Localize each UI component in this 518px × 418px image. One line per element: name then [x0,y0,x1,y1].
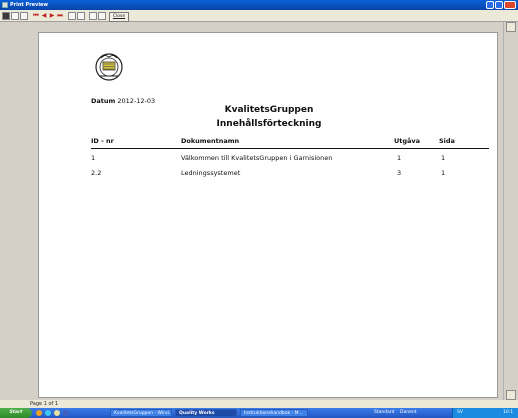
multiple-pages-icon[interactable] [20,12,28,20]
status-bar: Page 1 of 1 [0,400,518,408]
row-2-id: 2.2 [91,169,102,177]
maximize-button[interactable] [495,1,503,9]
previous-page-icon[interactable]: ◀ [41,12,47,20]
language-bar: Standard Danent [374,408,452,418]
quicklaunch-icon-1[interactable] [36,410,42,416]
taskbar: Start KvalitetsGruppen - Wind... Quality… [0,408,518,418]
tray-language[interactable]: SV [457,408,463,418]
vertical-scrollbar[interactable] [503,22,518,400]
toolbar: ⏮ ◀ ▶ ⏭ Close [0,10,518,22]
column-header-document: Dokumentnamn [181,137,240,145]
first-page-icon[interactable]: ⏮ [33,12,39,20]
app-icon [2,2,8,8]
page-counter: Page 1 of 1 [30,401,59,407]
report-area: Datum 2012-12-03 KvalitetsGruppen Innehå… [0,22,518,400]
clock: 10:1 [503,410,514,415]
task-instruktionshandbok[interactable]: Instruktionshandbok - M... [240,409,308,417]
page-setup-icon[interactable] [68,12,76,20]
minimize-button[interactable] [486,1,494,9]
save-icon[interactable] [89,12,97,20]
row-2-page: 1 [441,169,446,177]
row-1-edition: 1 [397,154,402,162]
title-bar: Print Preview [0,0,518,10]
row-1-document: Välkommen till KvalitetsGruppen i Garnis… [181,154,333,162]
scroll-up-arrow[interactable] [506,22,516,32]
start-button[interactable]: Start [0,408,32,418]
column-header-id: ID - nr [91,137,114,145]
export-icon[interactable] [98,12,106,20]
last-page-icon[interactable]: ⏭ [57,12,63,20]
company-logo [95,53,123,81]
report-date: Datum 2012-12-03 [91,97,155,105]
row-1-id: 1 [91,154,96,162]
column-header-edition: Utgåva [394,137,421,145]
print-icon[interactable] [77,12,85,20]
system-tray: SV 10:1 [452,408,518,418]
single-page-icon[interactable] [2,12,10,20]
quicklaunch-icon-2[interactable] [45,410,51,416]
row-2-edition: 3 [397,169,402,177]
date-label: Datum [91,97,116,105]
task-kvalitetsgruppen[interactable]: KvalitetsGruppen - Wind... [110,409,172,417]
company-name: KvalitetsGruppen [224,105,314,115]
language-danent[interactable]: Danent [400,408,416,418]
header-divider [91,148,489,149]
close-button[interactable]: Close [109,12,129,22]
quicklaunch-icon-4[interactable] [63,410,69,416]
two-pages-icon[interactable] [11,12,19,20]
date-value: 2012-12-03 [117,97,156,105]
quicklaunch-icon-3[interactable] [54,410,60,416]
report-page: Datum 2012-12-03 KvalitetsGruppen Innehå… [38,32,498,398]
scroll-down-arrow[interactable] [506,390,516,400]
window-title: Print Preview [10,2,49,8]
row-1-page: 1 [441,154,446,162]
column-header-page: Sida [439,137,455,145]
language-standard[interactable]: Standard [374,408,394,418]
report-title: Innehållsförteckning [216,119,322,129]
next-page-icon[interactable]: ▶ [49,12,55,20]
close-window-button[interactable] [504,1,516,9]
row-2-document: Ledningssystemet [181,169,241,177]
task-quality-works[interactable]: Quality Works [175,409,237,417]
